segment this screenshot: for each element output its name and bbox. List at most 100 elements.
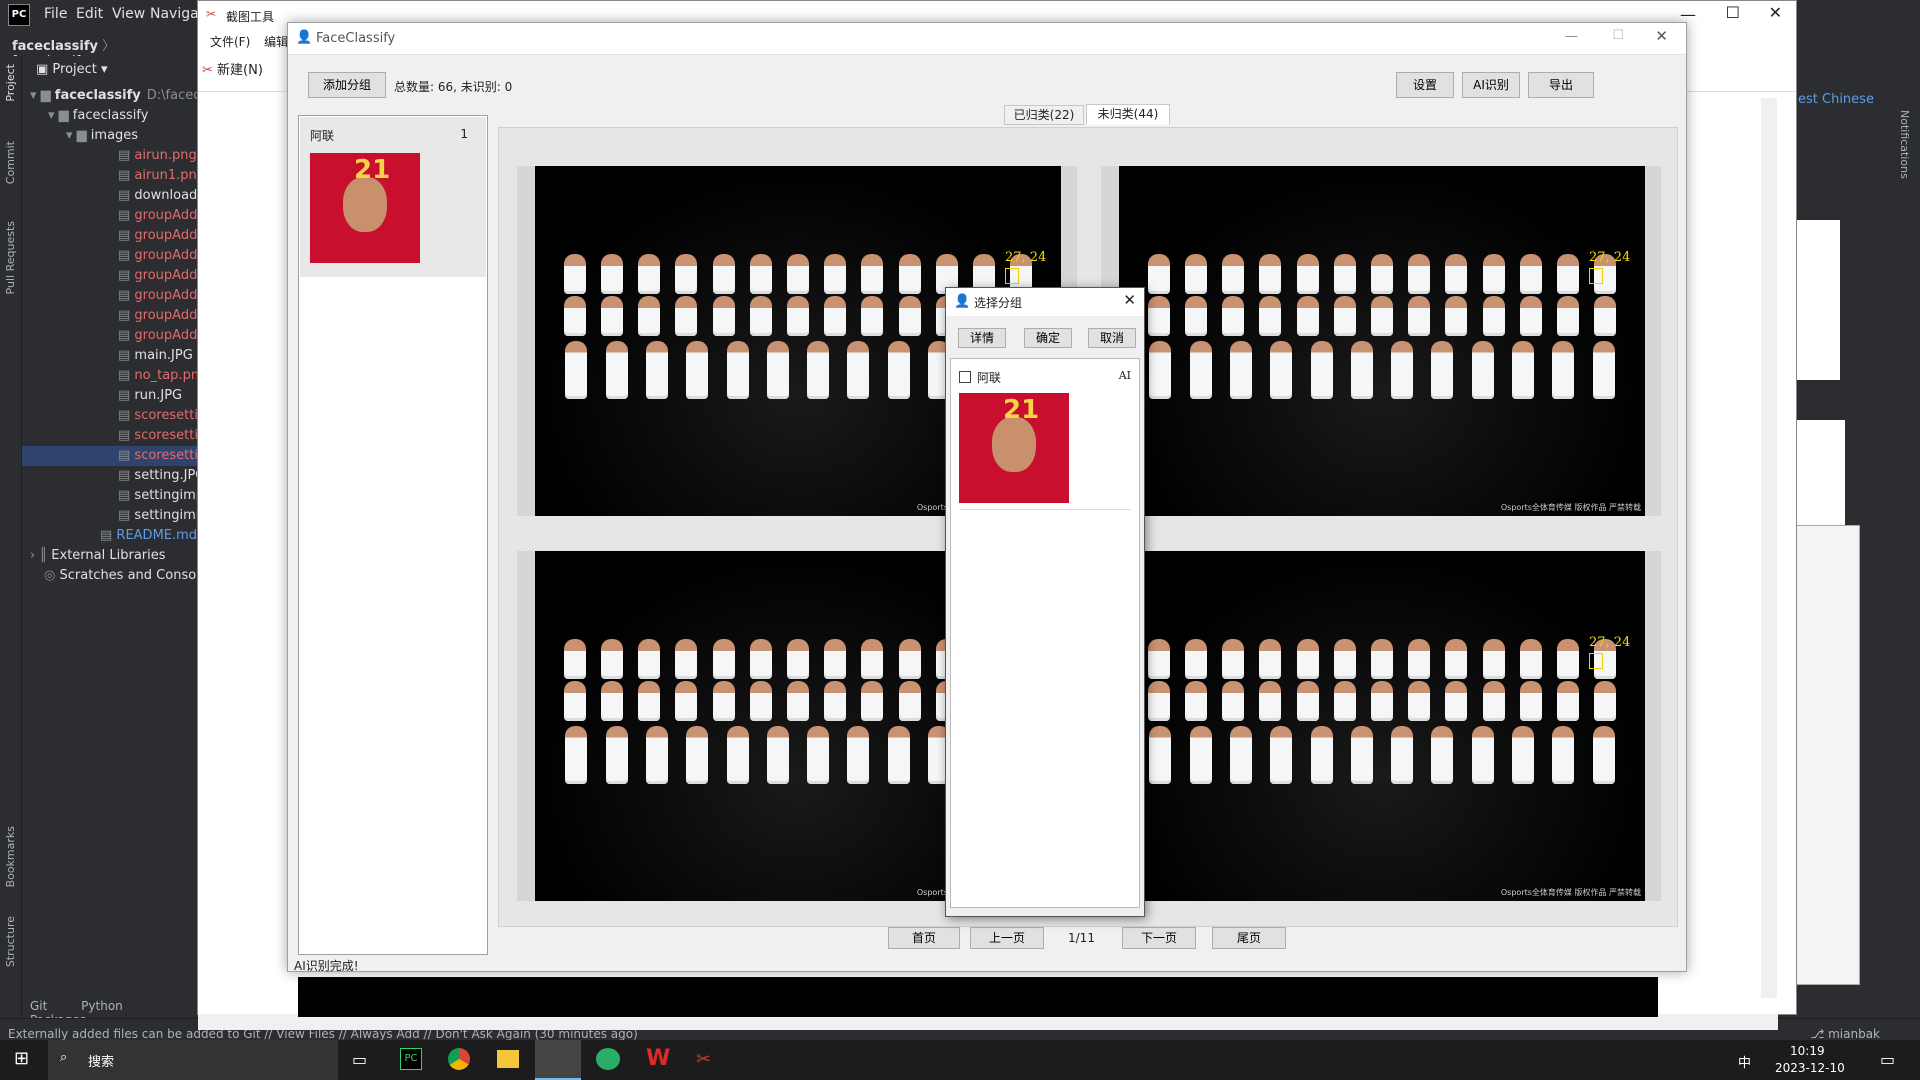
maximize-icon[interactable]: ☐	[1612, 28, 1624, 43]
tree-item[interactable]: ▤ groupAddFa	[22, 306, 197, 326]
tree-item[interactable]: ▤ README.md	[22, 526, 197, 546]
add-group-button[interactable]: 添加分组	[308, 72, 386, 98]
ai-recognize-button[interactable]: AI识别	[1462, 72, 1520, 98]
tree-item-label: airun1.png	[134, 168, 197, 183]
tab-unclassified[interactable]: 未归类(44)	[1086, 104, 1170, 125]
tree-item[interactable]: ▤ groupAddFa	[22, 326, 197, 346]
group-checkbox[interactable]	[959, 371, 971, 383]
details-button[interactable]: 详情	[958, 328, 1006, 348]
file-icon: ▤	[118, 188, 135, 203]
tool-project[interactable]: Project	[4, 64, 17, 102]
wps-task-icon[interactable]: W	[646, 1046, 670, 1071]
clock-time[interactable]: 10:19	[1790, 1044, 1825, 1058]
select-group-dialog: 👤 选择分组 ✕ 详情 确定 取消 阿联 AI 21	[945, 287, 1145, 917]
close-icon[interactable]: ✕	[1769, 3, 1782, 22]
tool-pull-requests[interactable]: Pull Requests	[4, 221, 17, 294]
close-icon[interactable]: ✕	[1123, 291, 1136, 309]
tree-item[interactable]: ▤ run.JPG	[22, 386, 197, 406]
maximize-icon[interactable]: ☐	[1726, 3, 1740, 22]
minimize-icon[interactable]: —	[1565, 29, 1578, 44]
tree-item-label: download.JPG	[134, 188, 197, 203]
project-header[interactable]: ▣ Project ▾	[22, 56, 197, 86]
tree-item-label: scoresetting2	[134, 448, 197, 463]
close-icon[interactable]: ✕	[1655, 27, 1668, 45]
tree-item[interactable]: ▤ airun1.png	[22, 166, 197, 186]
tree-item[interactable]: ▤ download.JPG	[22, 186, 197, 206]
menu-edit[interactable]: Edit	[76, 6, 103, 22]
prev-page-button[interactable]: 上一页	[970, 927, 1044, 949]
ime-indicator[interactable]: 中	[1738, 1052, 1751, 1071]
snip-icon: ✂	[206, 7, 217, 21]
taskbar-search[interactable]: ⌕ 搜索	[48, 1040, 338, 1080]
breadcrumb-root[interactable]: faceclassify	[12, 39, 98, 54]
photo-card[interactable]: 27, 24 Osports全体育传媒 版权作品 严禁转载	[1101, 166, 1661, 516]
tree-item[interactable]: ▤ groupAdd.JP	[22, 206, 197, 226]
tree-item-label: README.md	[116, 528, 197, 543]
vertical-scrollbar[interactable]	[1761, 98, 1777, 998]
snip-new-button[interactable]: ✂ 新建(N)	[202, 59, 263, 78]
cancel-button[interactable]: 取消	[1088, 328, 1136, 348]
menu-file[interactable]: File	[44, 6, 67, 22]
photo-card[interactable]: 27, 24 Osports全体育传媒 版权作品 严禁转载	[1101, 551, 1661, 901]
tree-item[interactable]: ▤ groupAddFa	[22, 246, 197, 266]
folder-icon: ▾ ▆	[48, 108, 73, 123]
file-icon: › ║	[30, 548, 52, 563]
task-view-icon[interactable]: ▭	[352, 1050, 367, 1069]
git-branch[interactable]: ⎇ mianbak	[1810, 1027, 1880, 1041]
tool-notifications[interactable]: Notifications	[1898, 110, 1911, 179]
tree-item[interactable]: ▤ groupAddFa	[22, 266, 197, 286]
dialog-avatar[interactable]: 21	[959, 393, 1069, 503]
tree-item[interactable]: ▤ main.JPG	[22, 346, 197, 366]
windows-start-icon[interactable]: ⊞	[14, 1048, 29, 1069]
tree-item[interactable]: ▾ ▆ faceclassify D:\facecl	[22, 86, 197, 106]
tree-item[interactable]: ▾ ▆ faceclassify	[22, 106, 197, 126]
tree-item-label: groupAddFa	[134, 248, 197, 263]
dialog-group-list: 阿联 AI 21	[950, 358, 1140, 908]
active-task-icon[interactable]	[535, 1040, 581, 1080]
ide-right-panel: est Chinese Notifications	[1790, 30, 1920, 1018]
tool-bookmarks[interactable]: Bookmarks	[4, 826, 17, 887]
explorer-task-icon[interactable]	[497, 1050, 519, 1068]
next-page-button[interactable]: 下一页	[1122, 927, 1196, 949]
tree-item[interactable]: ▤ scoresetting.	[22, 406, 197, 426]
app-titlebar: 👤 FaceClassify — ☐ ✕	[288, 23, 1686, 55]
tree-item[interactable]: ▤ settingimpor	[22, 506, 197, 526]
last-page-button[interactable]: 尾页	[1212, 927, 1286, 949]
snip-new-icon: ✂	[202, 63, 213, 78]
tool-git[interactable]: Git	[30, 999, 47, 1013]
notification-icon[interactable]: ▭	[1880, 1050, 1895, 1069]
tree-item[interactable]: ▤ setting.JPG	[22, 466, 197, 486]
tab-classified[interactable]: 已归类(22)	[1004, 105, 1084, 125]
wechat-task-icon[interactable]	[596, 1048, 620, 1070]
first-page-button[interactable]: 首页	[888, 927, 960, 949]
file-icon: ▤	[118, 348, 135, 363]
snip-menu-file[interactable]: 文件(F)	[210, 35, 250, 49]
ok-button[interactable]: 确定	[1024, 328, 1072, 348]
tree-item[interactable]: ▤ scoresetting1	[22, 426, 197, 446]
tree-item[interactable]: ◎ Scratches and Console	[22, 566, 197, 586]
menu-view[interactable]: View	[112, 6, 145, 22]
export-button[interactable]: 导出	[1528, 72, 1594, 98]
app-icon: 👤	[296, 30, 313, 45]
tree-item[interactable]: ▤ settingimpor	[22, 486, 197, 506]
chrome-task-icon[interactable]	[448, 1048, 470, 1070]
pycharm-task-icon[interactable]: PC	[400, 1048, 422, 1070]
tree-item[interactable]: ▤ scoresetting2	[22, 446, 197, 466]
tree-item[interactable]: ▤ groupAdd1.J	[22, 226, 197, 246]
tool-structure[interactable]: Structure	[4, 916, 17, 967]
tree-item[interactable]: › ║ External Libraries	[22, 546, 197, 566]
group-item[interactable]: 阿联 1 21	[300, 117, 486, 277]
tree-item-label: settingimpor	[134, 488, 197, 503]
snip-task-icon[interactable]: ✂	[696, 1049, 711, 1070]
tool-commit[interactable]: Commit	[4, 141, 17, 184]
tree-item[interactable]: ▤ no_tap.png	[22, 366, 197, 386]
file-icon: ▤	[118, 268, 135, 283]
settings-button[interactable]: 设置	[1396, 72, 1454, 98]
clock-date[interactable]: 2023-12-10	[1775, 1061, 1845, 1075]
tree-item-label: scoresetting1	[134, 428, 197, 443]
file-icon: ▤	[118, 308, 135, 323]
app-title: FaceClassify	[316, 31, 396, 46]
tree-item[interactable]: ▤ airun.png	[22, 146, 197, 166]
tree-item[interactable]: ▤ groupAddFa	[22, 286, 197, 306]
tree-item[interactable]: ▾ ▆ images	[22, 126, 197, 146]
